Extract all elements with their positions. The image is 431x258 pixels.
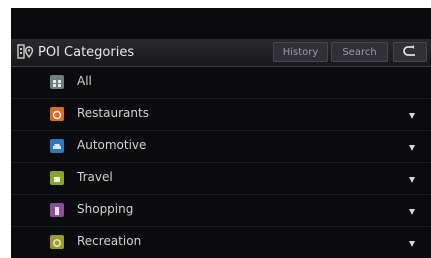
back-button[interactable] [393, 42, 427, 62]
navigation-screen: POI Categories History Search All Restau… [11, 8, 431, 258]
list-item-restaurants[interactable]: Restaurants [11, 99, 431, 131]
restaurant-icon [50, 107, 64, 121]
list-item-label: All [77, 74, 92, 88]
car-icon [50, 139, 64, 153]
list-item-recreation[interactable]: Recreation [11, 227, 431, 258]
chevron-down-icon[interactable] [409, 209, 415, 215]
status-bar [11, 8, 431, 38]
list-item-automotive[interactable]: Automotive [11, 131, 431, 163]
list-item-all[interactable]: All [11, 67, 431, 99]
chevron-down-icon[interactable] [409, 145, 415, 151]
header-bar: POI Categories History Search [11, 39, 431, 67]
recreation-icon [50, 235, 64, 249]
poi-categories-icon [17, 43, 35, 61]
chevron-down-icon[interactable] [409, 177, 415, 183]
category-list: All Restaurants Automotive Travel Shoppi… [11, 67, 431, 258]
page-title: POI Categories [38, 45, 135, 60]
list-item-label: Restaurants [77, 106, 149, 120]
history-button[interactable]: History [273, 42, 328, 62]
chevron-down-icon[interactable] [409, 113, 415, 119]
back-arrow-icon [403, 45, 415, 56]
list-item-label: Automotive [77, 138, 147, 152]
list-item-label: Shopping [77, 202, 134, 216]
list-item-travel[interactable]: Travel [11, 163, 431, 195]
chevron-down-icon[interactable] [409, 241, 415, 247]
list-item-shopping[interactable]: Shopping [11, 195, 431, 227]
all-icon [50, 75, 64, 89]
list-item-label: Travel [77, 170, 113, 184]
shopping-icon [50, 203, 64, 217]
search-button[interactable]: Search [331, 42, 388, 62]
travel-icon [50, 171, 64, 185]
list-item-label: Recreation [77, 234, 142, 248]
